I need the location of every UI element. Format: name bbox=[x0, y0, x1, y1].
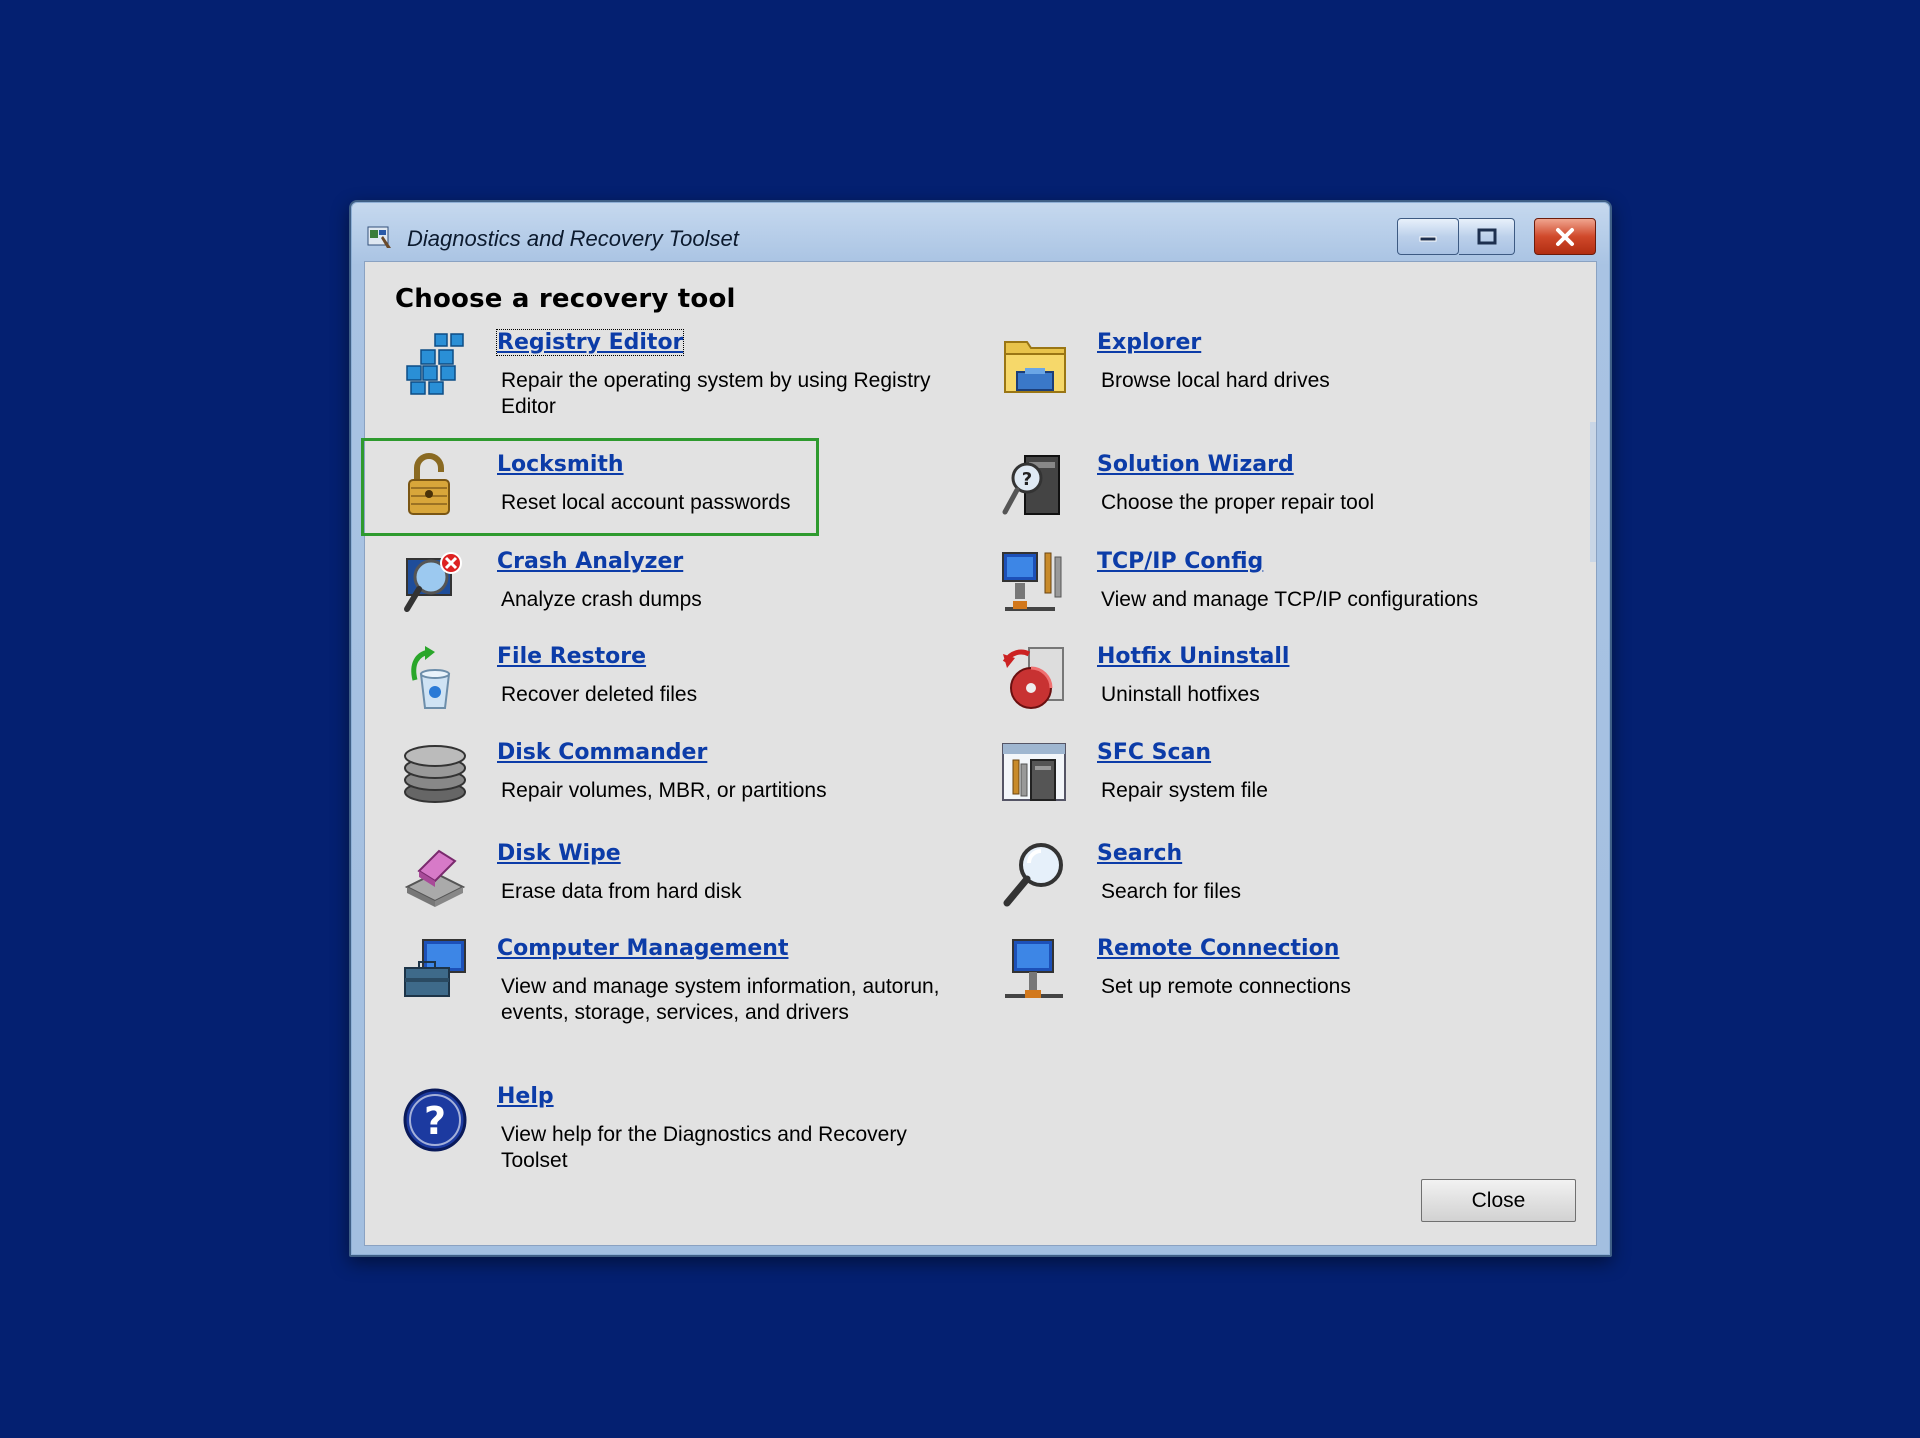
eraser-disk-icon bbox=[404, 849, 466, 907]
remote-monitor-icon bbox=[1005, 939, 1063, 998]
help-question-icon: ? bbox=[403, 1088, 467, 1152]
file-restore-link[interactable]: File Restore bbox=[497, 644, 646, 669]
folder-explorer-icon bbox=[1004, 341, 1066, 393]
remote-connection-desc: Set up remote connections bbox=[1101, 975, 1351, 998]
svg-text:?: ? bbox=[1022, 469, 1032, 490]
network-config-icon bbox=[1002, 552, 1062, 611]
solution-wizard-desc: Choose the proper repair tool bbox=[1101, 491, 1375, 514]
help-link[interactable]: Help bbox=[497, 1084, 554, 1109]
search-desc: Search for files bbox=[1101, 880, 1242, 903]
help-desc: View help for the Diagnostics and Recove… bbox=[501, 1123, 907, 1172]
title-bar[interactable]: Diagnostics and Recovery Toolset bbox=[351, 202, 1610, 258]
disk-wipe-link[interactable]: Disk Wipe bbox=[497, 841, 621, 866]
close-icon bbox=[1556, 227, 1574, 246]
sfc-scan-desc: Repair system file bbox=[1101, 779, 1268, 802]
remote-connection-link[interactable]: Remote Connection bbox=[1097, 936, 1339, 961]
sfc-scan-icon bbox=[1002, 743, 1066, 801]
disk-wipe-desc: Erase data from hard disk bbox=[501, 880, 742, 903]
disk-stack-icon bbox=[404, 745, 466, 803]
locksmith-link[interactable]: Locksmith bbox=[497, 452, 624, 477]
crash-analyzer-desc: Analyze crash dumps bbox=[501, 588, 702, 611]
hotfix-uninstall-link[interactable]: Hotfix Uninstall bbox=[1097, 644, 1289, 669]
computer-management-link[interactable]: Computer Management bbox=[497, 936, 788, 961]
registry-editor-desc: Repair the operating system by using Reg… bbox=[501, 369, 931, 418]
tcpip-config-desc: View and manage TCP/IP configurations bbox=[1101, 588, 1479, 611]
client-edge-accent bbox=[1590, 422, 1596, 562]
close-window-button[interactable] bbox=[1534, 218, 1596, 255]
disk-commander-link[interactable]: Disk Commander bbox=[497, 740, 707, 765]
search-link[interactable]: Search bbox=[1097, 841, 1182, 866]
explorer-desc: Browse local hard drives bbox=[1101, 369, 1330, 392]
client-area: Choose a recovery tool Registry Editor R… bbox=[361, 261, 1597, 1246]
registry-editor-link[interactable]: Registry Editor bbox=[495, 329, 685, 356]
sfc-scan-link[interactable]: SFC Scan bbox=[1097, 740, 1211, 765]
toolset-app-icon bbox=[367, 226, 391, 248]
search-magnifier-icon bbox=[1003, 843, 1063, 907]
svg-text:?: ? bbox=[424, 1099, 446, 1143]
registry-cubes-icon bbox=[406, 333, 464, 395]
crash-analyzer-link[interactable]: Crash Analyzer bbox=[497, 549, 683, 574]
disk-commander-desc: Repair volumes, MBR, or partitions bbox=[501, 779, 827, 802]
computer-management-desc: View and manage system information, auto… bbox=[501, 975, 940, 1024]
maximize-icon bbox=[1477, 228, 1496, 244]
drt-window: Diagnostics and Recovery Toolset Choose … bbox=[349, 200, 1612, 1257]
solution-wizard-link[interactable]: Solution Wizard bbox=[1097, 452, 1294, 477]
minimize-button[interactable] bbox=[1397, 218, 1459, 255]
page-heading: Choose a recovery tool bbox=[395, 284, 736, 314]
tcpip-config-link[interactable]: TCP/IP Config bbox=[1097, 549, 1263, 574]
hotfix-disc-icon bbox=[1002, 647, 1064, 709]
wizard-magnifier-icon: ? bbox=[1002, 455, 1060, 515]
padlock-icon bbox=[408, 453, 450, 515]
explorer-link[interactable]: Explorer bbox=[1097, 330, 1201, 355]
recycle-bin-restore-icon bbox=[411, 646, 451, 709]
window-title: Diagnostics and Recovery Toolset bbox=[407, 226, 739, 251]
computer-toolbox-icon bbox=[404, 939, 466, 997]
close-button[interactable]: Close bbox=[1421, 1179, 1576, 1222]
file-restore-desc: Recover deleted files bbox=[501, 683, 698, 706]
minimize-icon bbox=[1419, 236, 1437, 241]
crash-magnifier-icon bbox=[404, 552, 462, 612]
maximize-button[interactable] bbox=[1459, 218, 1515, 255]
hotfix-uninstall-desc: Uninstall hotfixes bbox=[1101, 683, 1260, 706]
locksmith-desc: Reset local account passwords bbox=[501, 491, 791, 514]
